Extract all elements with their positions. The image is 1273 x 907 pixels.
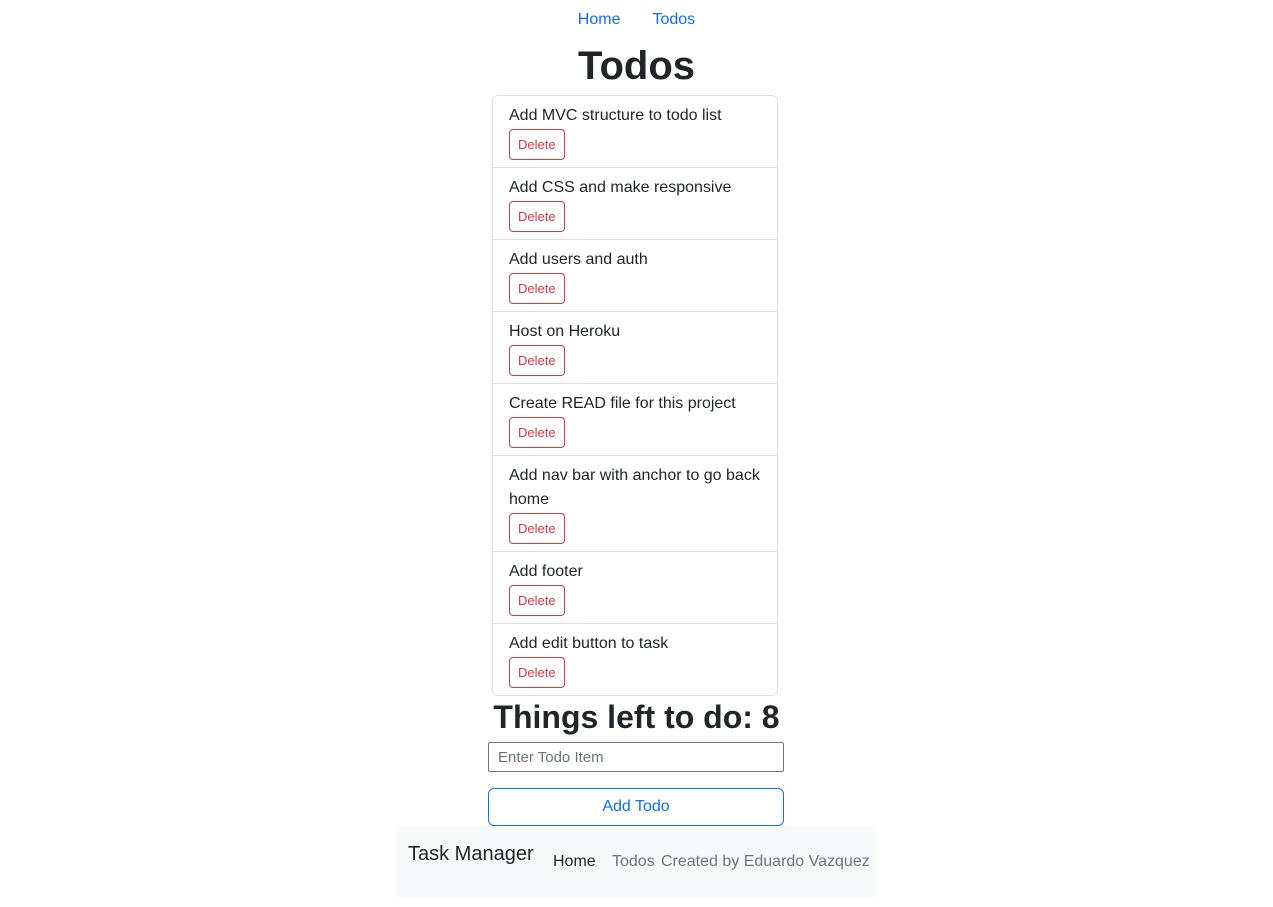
top-nav: Home Todos <box>0 8 1273 32</box>
todo-item: Add footer Delete <box>493 552 777 624</box>
todo-text: Add MVC structure to todo list <box>509 107 722 124</box>
todo-text: Add footer <box>509 563 583 580</box>
delete-button[interactable]: Delete <box>509 657 565 688</box>
footer: Task Manager Home Todos Created by Eduar… <box>396 826 876 898</box>
todo-text: Create READ file for this project <box>509 395 736 412</box>
todo-item-input[interactable] <box>488 742 784 772</box>
delete-button[interactable]: Delete <box>509 273 565 304</box>
delete-button[interactable]: Delete <box>509 129 565 160</box>
todo-list: Add MVC structure to todo list Delete Ad… <box>492 95 778 696</box>
things-left-count: Things left to do: 8 <box>493 699 780 735</box>
delete-button[interactable]: Delete <box>509 513 565 544</box>
todo-text: Add users and auth <box>509 251 648 268</box>
footer-credit: Created by Eduardo Vazquez <box>661 853 870 870</box>
todo-item: Create READ file for this project Delete <box>493 384 777 456</box>
page-title: Todos <box>577 44 695 88</box>
footer-home-link[interactable]: Home <box>553 853 596 871</box>
todo-item: Add users and auth Delete <box>493 240 777 312</box>
todo-item: Add nav bar with anchor to go back home … <box>493 456 777 552</box>
delete-button[interactable]: Delete <box>509 201 565 232</box>
todo-text: Add nav bar with anchor to go back home <box>509 467 760 508</box>
footer-todos-link[interactable]: Todos <box>612 853 655 871</box>
todo-text: Add edit button to task <box>509 635 669 652</box>
todo-item: Host on Heroku Delete <box>493 312 777 384</box>
delete-button[interactable]: Delete <box>509 345 565 376</box>
todo-item: Add MVC structure to todo list Delete <box>493 96 777 168</box>
footer-brand[interactable]: Task Manager <box>408 843 534 866</box>
delete-button[interactable]: Delete <box>509 417 565 448</box>
todo-text: Host on Heroku <box>509 323 621 340</box>
nav-home-link[interactable]: Home <box>578 11 621 29</box>
todo-text: Add CSS and make responsive <box>509 179 732 196</box>
delete-button[interactable]: Delete <box>509 585 565 616</box>
todo-item: Add CSS and make responsive Delete <box>493 168 777 240</box>
todo-item: Add edit button to task Delete <box>493 624 777 695</box>
add-todo-button[interactable]: Add Todo <box>488 788 784 826</box>
nav-todos-link[interactable]: Todos <box>652 11 695 29</box>
